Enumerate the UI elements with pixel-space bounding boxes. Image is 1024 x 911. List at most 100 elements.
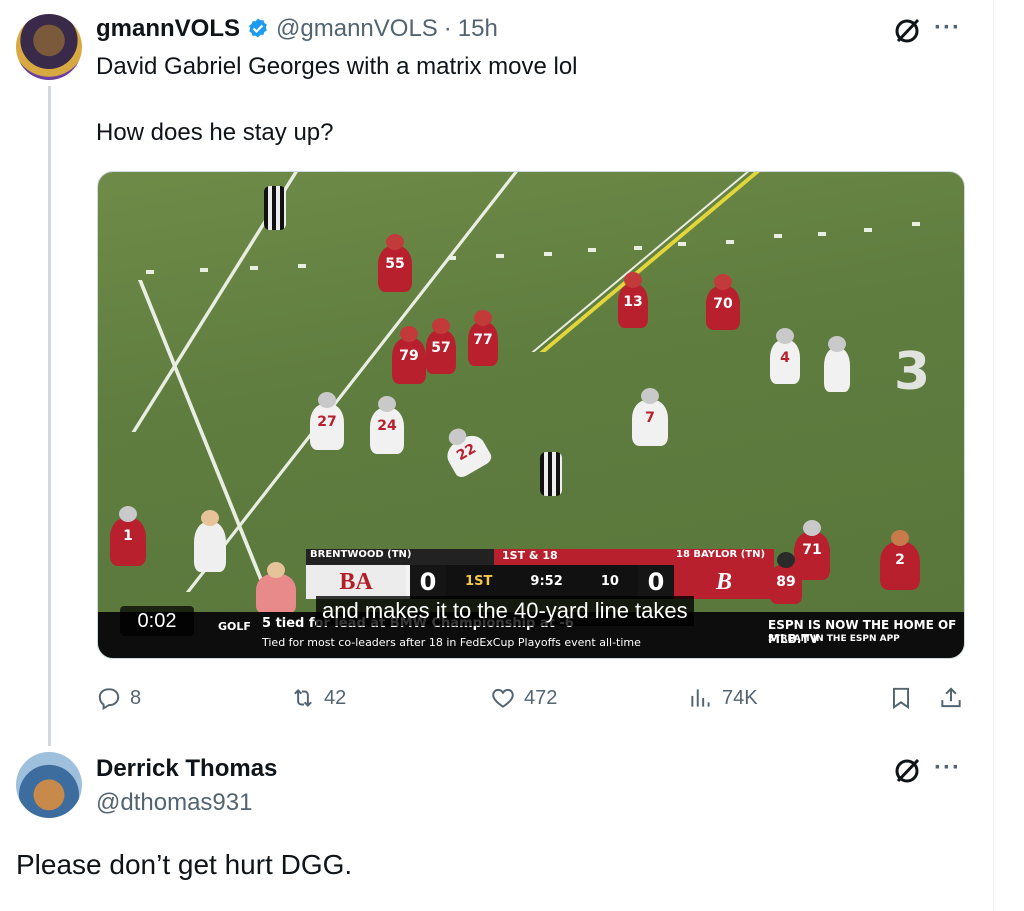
like-count: 472 <box>524 686 558 709</box>
author-name[interactable]: gmannVOLS <box>96 15 240 43</box>
repost-button[interactable]: 42 <box>290 682 346 714</box>
player: 24 <box>370 396 404 454</box>
reply-icon <box>98 688 120 711</box>
field-yard-line <box>185 172 518 592</box>
hash-mark <box>298 264 306 268</box>
player: 89 <box>770 552 802 604</box>
share-icon <box>941 687 961 708</box>
player: 70 <box>706 274 740 330</box>
tweet-header: gmannVOLS @gmannVOLS · 15h <box>96 14 498 44</box>
reply-count: 8 <box>130 686 142 709</box>
jersey-number: 27 <box>317 414 337 430</box>
tweet-text-line-2: How does he stay up? <box>96 119 334 146</box>
hash-mark <box>200 268 208 272</box>
player: 1 <box>110 506 146 566</box>
quarter: 1ST <box>465 574 493 589</box>
video-caption: and makes it to the 40-yard line takes <box>316 596 694 626</box>
more-options-icon[interactable]: ··· <box>934 14 961 42</box>
hash-mark <box>496 254 504 258</box>
reply-author-handle[interactable]: @dthomas931 <box>96 788 252 818</box>
player <box>824 336 850 392</box>
down-and-distance: 1ST & 18 <box>502 549 558 562</box>
hash-mark <box>250 266 258 270</box>
player: 2 <box>880 530 920 590</box>
jersey-number: 4 <box>780 350 790 366</box>
player: 7 <box>632 388 668 446</box>
referee <box>264 186 286 230</box>
reply-author-name[interactable]: Derrick Thomas <box>96 754 277 784</box>
repost-icon <box>294 689 312 707</box>
jersey-number: 55 <box>385 256 405 272</box>
game-clock: 9:52 <box>530 574 563 589</box>
home-team-logo: BA <box>306 565 406 599</box>
views-icon <box>691 689 710 707</box>
player: 55 <box>378 234 412 292</box>
reply-text: Please don’t get hurt DGG. <box>16 849 353 880</box>
player: 77 <box>468 310 498 366</box>
jersey-number: 24 <box>377 418 397 434</box>
column-divider <box>993 0 994 911</box>
hash-mark <box>818 232 826 236</box>
player: 57 <box>426 318 456 374</box>
referee <box>540 452 562 496</box>
hash-mark <box>678 242 686 246</box>
jersey-number: 7 <box>645 410 655 426</box>
hash-mark <box>912 222 920 226</box>
yard-marker: 3 <box>894 342 931 402</box>
jersey-number: 2 <box>895 552 905 568</box>
separator-dot: · <box>443 15 452 42</box>
jersey-number: 70 <box>713 296 733 312</box>
hash-mark <box>544 252 552 256</box>
grok-icon[interactable] <box>892 16 922 46</box>
video-player[interactable]: 3 55 79 57 77 13 70 27 24 7 4 1 71 2 22 … <box>97 171 965 659</box>
jersey-number: 89 <box>776 574 796 590</box>
ticker-sport: GOLF <box>218 620 251 633</box>
away-score: 0 <box>638 565 674 599</box>
ticker-subline: Tied for most co-leaders after 18 in Fed… <box>262 636 641 649</box>
player: 22 <box>442 425 494 480</box>
player: 79 <box>392 326 426 384</box>
away-team-name: 18 BAYLOR (TN) <box>676 549 766 560</box>
jersey-number: 1 <box>123 528 133 544</box>
player: 4 <box>770 328 800 384</box>
hash-mark <box>864 228 872 232</box>
author-handle[interactable]: @gmannVOLS <box>276 15 438 43</box>
hash-mark <box>588 248 596 252</box>
jersey-number: 57 <box>431 340 451 356</box>
coach <box>194 510 226 572</box>
grok-icon[interactable] <box>892 756 922 786</box>
reply-avatar[interactable] <box>16 752 82 818</box>
share-button[interactable] <box>938 682 964 714</box>
timestamp[interactable]: 15h <box>458 15 498 43</box>
jersey-number: 13 <box>623 294 643 310</box>
jersey-number: 77 <box>473 332 493 348</box>
reply-more-options-icon[interactable]: ··· <box>934 754 961 782</box>
bookmark-icon <box>892 687 910 710</box>
bookmark-button[interactable] <box>888 682 914 714</box>
tweet-text-line-1: David Gabriel Georges with a matrix move… <box>96 53 578 80</box>
views-button[interactable]: 74K <box>688 682 758 714</box>
view-count: 74K <box>722 686 758 709</box>
hash-mark <box>726 240 734 244</box>
reply-button[interactable]: 8 <box>96 682 141 714</box>
verified-badge-icon <box>249 18 267 38</box>
espn-promo-subline: STREAM IN THE ESPN APP <box>768 634 900 644</box>
hash-mark <box>774 234 782 238</box>
game-clock-panel: 1ST 9:52 10 <box>446 565 638 599</box>
home-score: 0 <box>410 565 446 599</box>
thread-line <box>48 86 51 746</box>
hash-mark <box>448 256 456 260</box>
hash-mark <box>634 246 642 250</box>
scorebug: BRENTWOOD (TN) 1ST & 18 18 BAYLOR (TN) B… <box>306 549 774 601</box>
like-button[interactable]: 472 <box>490 682 557 714</box>
away-team-logo: B <box>674 565 774 599</box>
spectator <box>256 562 296 614</box>
heart-icon <box>492 688 514 708</box>
hash-mark <box>146 270 154 274</box>
play-clock: 10 <box>600 574 619 589</box>
avatar[interactable] <box>16 14 82 80</box>
home-team-name: BRENTWOOD (TN) <box>310 549 412 560</box>
jersey-number: 71 <box>802 542 822 558</box>
player: 13 <box>618 272 648 328</box>
player: 27 <box>310 392 344 450</box>
